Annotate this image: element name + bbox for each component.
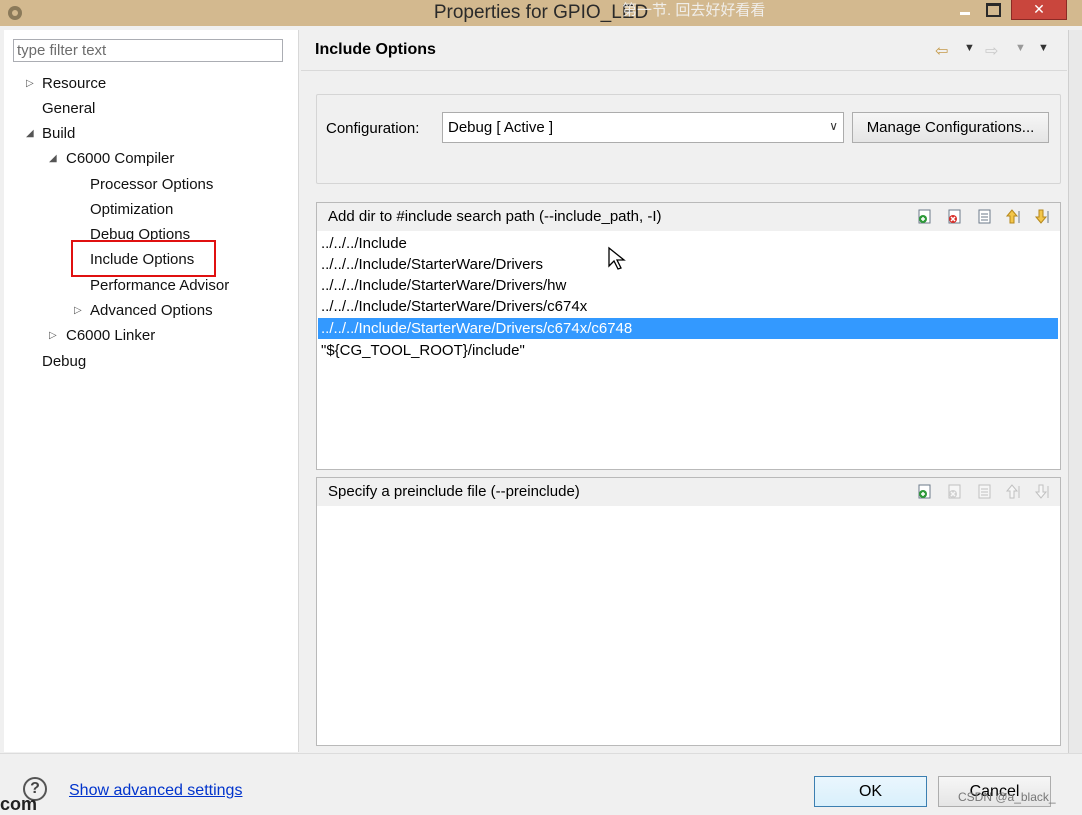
window-edge [1068,30,1082,753]
chevron-down-icon: ▼ [1015,42,1026,54]
expand-arrow-icon[interactable]: ▷ [26,73,34,95]
tree-item-advanced-options[interactable]: Advanced Options [90,300,213,322]
list-item[interactable]: ../../../Include/StarterWare/Drivers/c67… [318,296,1058,317]
filter-input[interactable] [13,39,283,62]
forward-arrow-icon: ⇨ [985,43,999,60]
edit-icon [976,483,993,500]
configuration-label: Configuration: [326,120,420,137]
tree-item-optimization[interactable]: Optimization [90,199,173,221]
tree-item-resource[interactable]: Resource [42,73,106,95]
tree-item-performance-advisor[interactable]: Performance Advisor [90,275,229,297]
collapse-arrow-icon[interactable]: ◢ [49,148,57,170]
include-path-list: Add dir to #include search path (--inclu… [316,202,1061,470]
minimize-icon [960,12,970,15]
preinclude-header: Specify a preinclude file (--preinclude) [317,478,1060,506]
tree-item-c6000-compiler[interactable]: C6000 Compiler [66,148,174,170]
configuration-group: Configuration: Debug [ Active ] ∨ Manage… [316,94,1061,184]
chevron-down-icon[interactable]: ▼ [964,42,975,54]
manage-configurations-button[interactable]: Manage Configurations... [852,112,1049,143]
highlight-box [71,240,216,277]
expand-arrow-icon[interactable]: ▷ [49,325,57,347]
list-item[interactable]: ../../../Include [318,233,1058,254]
watermark-text: CSDN @a_black_ [958,790,1056,804]
show-advanced-settings-link[interactable]: Show advanced settings [69,782,242,800]
include-path-header: Add dir to #include search path (--inclu… [317,203,1060,231]
move-up-icon [1005,483,1022,500]
maximize-button[interactable] [980,0,1006,20]
minimize-button[interactable] [952,0,978,20]
expand-arrow-icon[interactable]: ▷ [74,300,82,322]
page-header: Include Options ⇦ ▼ ⇨ ▼ ▼ [301,30,1067,71]
page-title: Include Options [315,41,436,58]
dialog-footer: ? Show advanced settings OK Cancel CSDN … [0,753,1082,814]
include-path-label: Add dir to #include search path (--inclu… [328,208,662,225]
delete-icon[interactable] [946,208,963,225]
collapse-arrow-icon[interactable]: ◢ [26,123,34,145]
ok-button[interactable]: OK [814,776,927,807]
tree-item-build[interactable]: Build [42,123,75,145]
tree-item-c6000-linker[interactable]: C6000 Linker [66,325,155,347]
tree-item-general[interactable]: General [42,98,95,120]
list-item[interactable]: ../../../Include/StarterWare/Drivers/hw [318,275,1058,296]
move-up-icon[interactable] [1005,208,1022,225]
chevron-down-icon: ∨ [829,119,838,133]
close-button[interactable]: ✕ [1011,0,1067,20]
maximize-icon [985,3,1001,17]
add-icon[interactable] [917,483,934,500]
move-down-icon [1034,483,1051,500]
edge-text: com [0,794,38,814]
list-item-selected[interactable]: ../../../Include/StarterWare/Drivers/c67… [318,318,1058,339]
title-bar: Properties for GPIO_LED 第一节. 回去好好看看 ✕ [0,0,1082,26]
list-item[interactable]: "${CG_TOOL_ROOT}/include" [318,340,1058,361]
preinclude-list: Specify a preinclude file (--preinclude) [316,477,1061,746]
window-title: Properties for GPIO_LED [433,2,649,23]
title-overlay-text: 第一节. 回去好好看看 [622,2,766,19]
preinclude-label: Specify a preinclude file (--preinclude) [328,483,580,500]
close-icon: ✕ [1033,1,1045,17]
view-menu-icon[interactable]: ▼ [1038,42,1049,54]
tree-item-processor-options[interactable]: Processor Options [90,174,213,196]
move-down-icon[interactable] [1034,208,1051,225]
mouse-cursor-icon [608,246,626,270]
configuration-select[interactable]: Debug [ Active ] ∨ [442,112,844,143]
delete-icon [946,483,963,500]
back-arrow-icon[interactable]: ⇦ [935,41,948,61]
add-icon[interactable] [917,208,934,225]
list-item[interactable]: ../../../Include/StarterWare/Drivers [318,254,1058,275]
navigation-panel: ▷ Resource General ◢ Build ◢ C6000 Compi… [4,30,299,752]
edit-icon[interactable] [976,208,993,225]
configuration-value: Debug [ Active ] [448,119,554,136]
properties-page: Include Options ⇦ ▼ ⇨ ▼ ▼ Configuration:… [301,30,1067,752]
tree-item-debug[interactable]: Debug [42,351,86,373]
